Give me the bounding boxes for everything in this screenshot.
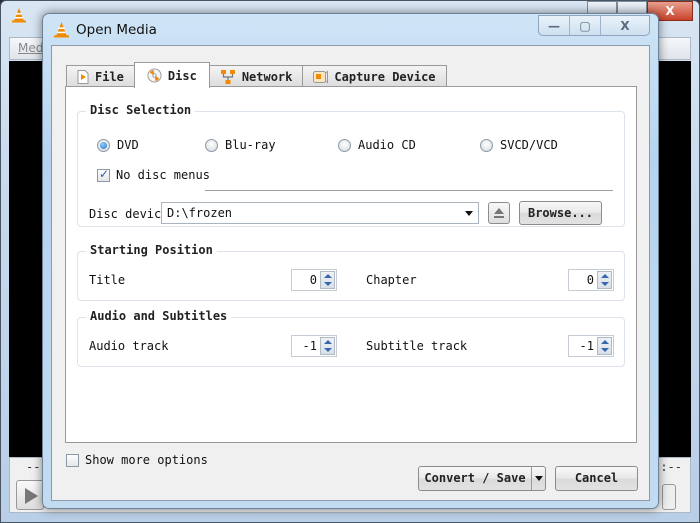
radio-bluray-indicator[interactable] <box>205 138 218 152</box>
tab-file-label: File <box>95 69 124 84</box>
convert-save-label[interactable]: Convert / Save <box>419 467 531 490</box>
vlc-cone-icon <box>12 8 26 23</box>
disc-icon <box>147 68 162 83</box>
radio-audio-cd-indicator[interactable] <box>338 138 351 152</box>
starting-position-title: Starting Position <box>86 243 217 257</box>
open-media-dialog: Open Media — ▢ X File Disc Network Captu… <box>42 13 659 509</box>
chevron-down-icon[interactable] <box>465 211 473 216</box>
dialog-title: Open Media <box>76 21 157 38</box>
maximize-button[interactable]: ▢ <box>570 16 601 35</box>
subtitle-track-spinbox[interactable]: -1 <box>568 335 614 357</box>
audio-track-spin-buttons[interactable] <box>320 337 335 355</box>
no-disc-menus-box[interactable] <box>97 167 110 182</box>
dialog-window-controls: — ▢ X <box>538 15 650 36</box>
browse-button[interactable]: Browse... <box>519 201 602 225</box>
convert-save-dropdown-icon[interactable] <box>531 467 545 490</box>
spin-up-icon[interactable] <box>601 274 609 278</box>
disc-type-radio-group: DVD Blu-ray Audio CD SVCD/VCD <box>97 138 624 154</box>
radio-audio-cd-label: Audio CD <box>358 138 416 152</box>
play-button[interactable] <box>16 480 44 510</box>
subtitle-track-spin-buttons[interactable] <box>597 337 612 355</box>
chapter-value: 0 <box>586 273 594 287</box>
radio-dvd-indicator[interactable] <box>97 138 110 152</box>
convert-save-button[interactable]: Convert / Save <box>418 466 546 491</box>
tab-disc[interactable]: Disc <box>133 62 210 88</box>
disc-selection-title: Disc Selection <box>86 103 196 117</box>
audio-track-spinbox[interactable]: -1 <box>291 335 337 357</box>
disc-selection-group: Disc Selection DVD Blu-ray Audio CD SVCD… <box>77 103 625 227</box>
spin-up-icon[interactable] <box>324 340 332 344</box>
show-more-options-label: Show more options <box>85 453 208 467</box>
audio-track-label: Audio track <box>89 339 169 353</box>
tab-network-label: Network <box>241 69 293 84</box>
tab-disc-label: Disc <box>167 68 197 83</box>
vlc-cone-icon <box>54 22 69 38</box>
minimize-icon: — <box>548 18 560 33</box>
subtitle-track-value: -1 <box>579 339 594 353</box>
chapter-spinbox[interactable]: 0 <box>568 269 614 291</box>
no-disc-menus-checkbox[interactable]: No disc menus <box>97 167 210 182</box>
tab-capture-device[interactable]: Capture Device <box>302 65 447 87</box>
tab-network[interactable]: Network <box>208 65 304 87</box>
no-disc-menus-label: No disc menus <box>116 168 210 182</box>
title-spinbox[interactable]: 0 <box>291 269 337 291</box>
radio-bluray[interactable]: Blu-ray <box>205 138 276 152</box>
radio-dvd[interactable]: DVD <box>97 138 139 152</box>
audio-track-value: -1 <box>302 339 317 353</box>
title-value: 0 <box>309 273 317 287</box>
cancel-button[interactable]: Cancel <box>555 466 638 491</box>
separator <box>205 190 613 191</box>
audio-subtitles-title: Audio and Subtitles <box>86 309 232 323</box>
radio-audio-cd[interactable]: Audio CD <box>338 138 416 152</box>
spin-down-icon[interactable] <box>601 348 609 352</box>
spin-down-icon[interactable] <box>324 282 332 286</box>
spin-up-icon[interactable] <box>601 340 609 344</box>
spin-up-icon[interactable] <box>324 274 332 278</box>
file-play-icon <box>77 69 89 84</box>
spin-down-icon[interactable] <box>324 348 332 352</box>
eject-icon <box>494 208 504 214</box>
show-more-options-checkbox[interactable]: Show more options <box>66 453 208 467</box>
disc-device-label: Disc device <box>89 207 169 221</box>
chapter-spin-buttons[interactable] <box>597 271 612 289</box>
dialog-body: File Disc Network Capture Device Disc Se… <box>51 45 650 501</box>
dialog-titlebar: Open Media <box>53 21 157 38</box>
capture-device-icon <box>313 70 329 83</box>
show-more-options-box[interactable] <box>66 453 79 467</box>
close-button[interactable]: X <box>601 16 649 35</box>
starting-position-group: Starting Position Title 0 Chapter 0 <box>77 243 625 301</box>
tab-capture-device-label: Capture Device <box>334 69 436 84</box>
close-icon: X <box>620 18 630 33</box>
title-label: Title <box>89 273 126 287</box>
disc-tab-panel: Disc Selection DVD Blu-ray Audio CD SVCD… <box>65 86 637 443</box>
disc-device-combobox[interactable]: D:\frozen <box>161 202 479 224</box>
disc-device-value: D:\frozen <box>167 206 233 220</box>
radio-bluray-label: Blu-ray <box>225 138 276 152</box>
chapter-label: Chapter <box>366 273 417 287</box>
network-icon <box>220 69 235 84</box>
spin-down-icon[interactable] <box>601 282 609 286</box>
eject-button[interactable] <box>488 202 510 224</box>
eject-icon-bar <box>494 216 504 218</box>
maximize-icon: ▢ <box>579 18 591 33</box>
volume-control[interactable] <box>662 484 676 510</box>
radio-svcd-vcd[interactable]: SVCD/VCD <box>480 138 558 152</box>
minimize-button[interactable]: — <box>539 16 570 35</box>
tab-file[interactable]: File <box>66 65 135 87</box>
audio-subtitles-group: Audio and Subtitles Audio track -1 Subti… <box>77 309 625 367</box>
radio-svcd-vcd-indicator[interactable] <box>480 138 493 152</box>
radio-svcd-vcd-label: SVCD/VCD <box>500 138 558 152</box>
tab-bar: File Disc Network Capture Device <box>66 62 447 88</box>
subtitle-track-label: Subtitle track <box>366 339 468 353</box>
radio-dvd-label: DVD <box>117 138 139 152</box>
title-spin-buttons[interactable] <box>320 271 335 289</box>
